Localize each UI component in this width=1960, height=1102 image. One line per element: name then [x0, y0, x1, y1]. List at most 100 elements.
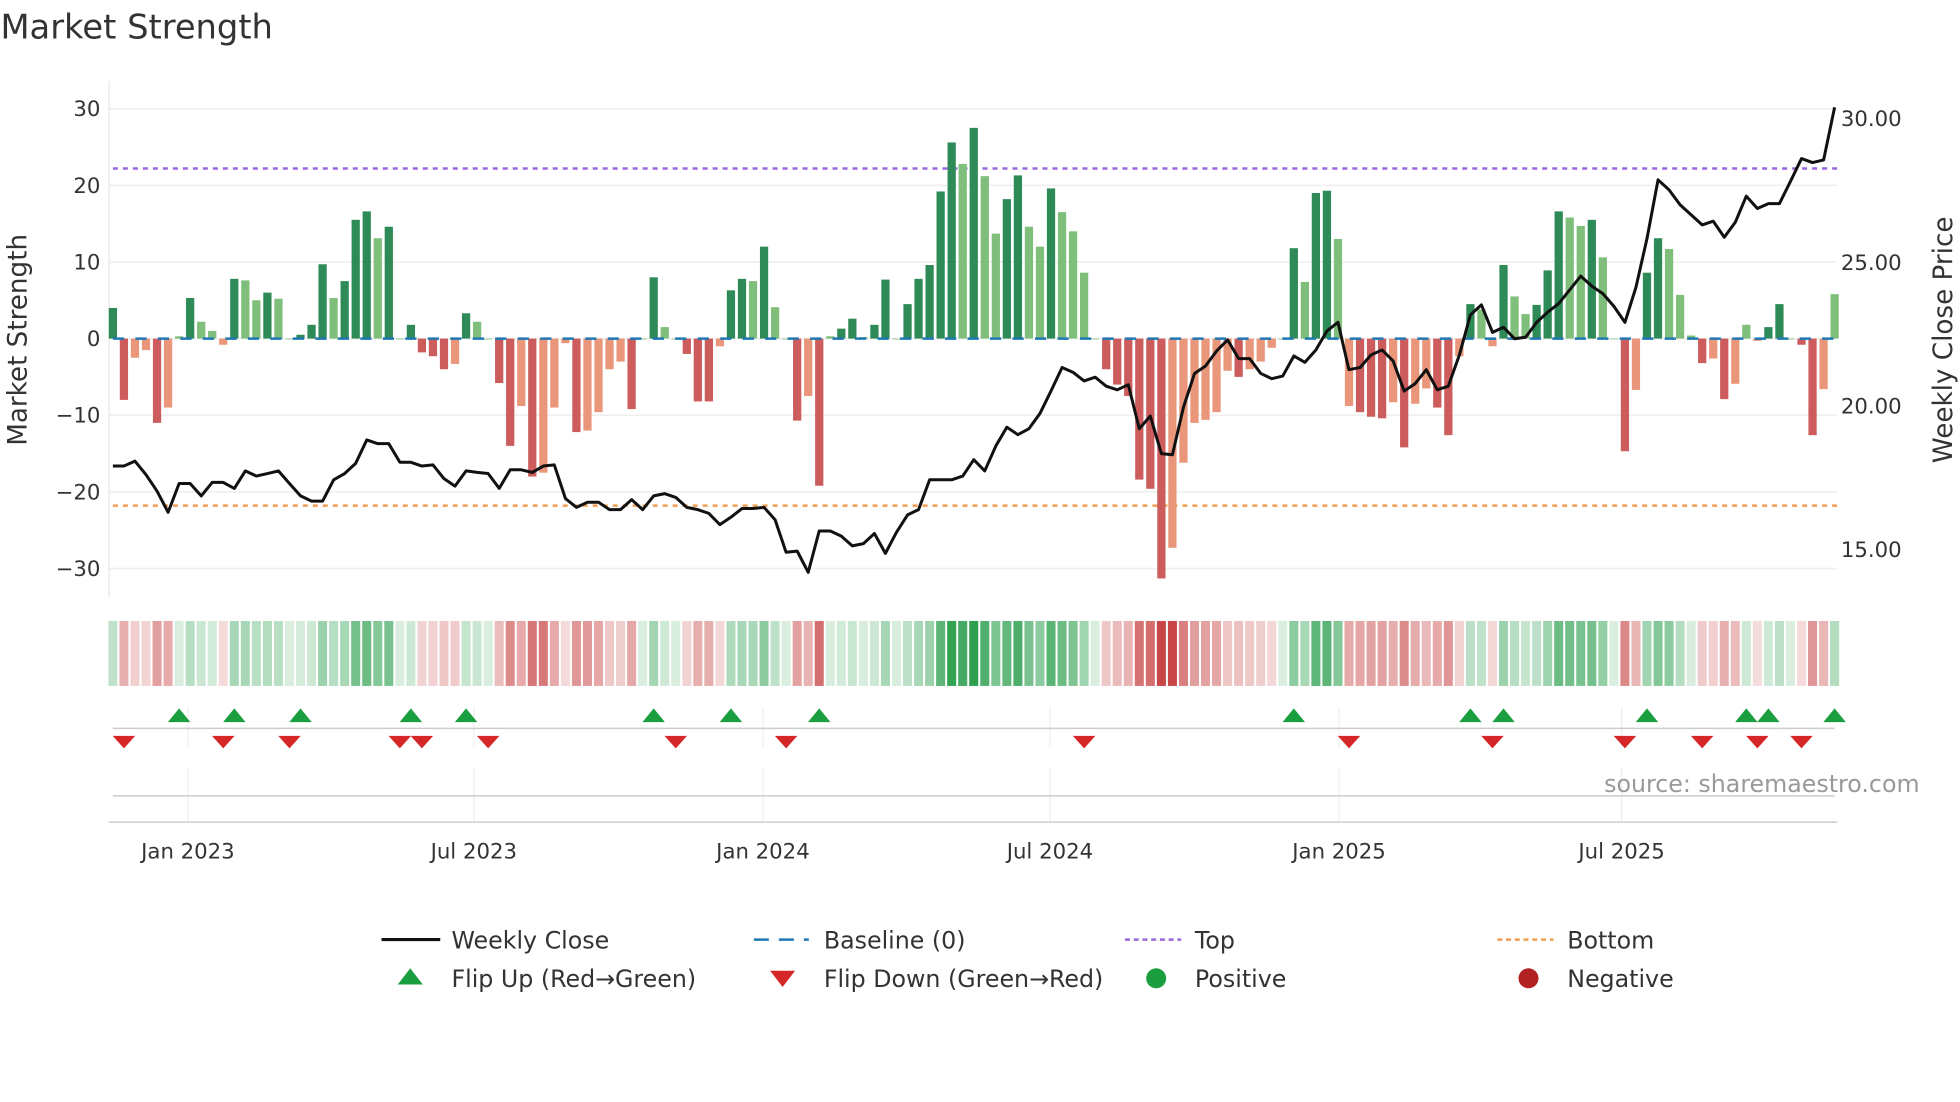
strip-cell — [1134, 620, 1144, 686]
legend-label: Flip Up (Red→Green) — [451, 965, 696, 993]
strip-cell — [991, 620, 1001, 686]
strength-bar — [925, 265, 934, 339]
strip-cell — [858, 620, 868, 686]
strength-bar — [1698, 338, 1707, 364]
strip-cell — [560, 620, 570, 686]
strip-cell — [836, 620, 846, 686]
triangle-down-icon — [770, 970, 796, 988]
legend-item: Negative — [1518, 965, 1674, 993]
strip-cell — [814, 620, 824, 686]
strip-cell — [273, 620, 283, 686]
strength-bar — [1311, 193, 1321, 339]
strength-bar — [737, 278, 747, 339]
strength-bar — [958, 163, 967, 339]
strip-cell — [936, 620, 946, 686]
strip-cell — [1355, 620, 1365, 686]
strength-bar — [1576, 225, 1585, 339]
legend-item: Flip Up (Red→Green) — [397, 965, 696, 993]
strength-bar — [1135, 338, 1144, 480]
flip-down-marker — [1690, 735, 1714, 749]
flip-down-marker — [1746, 735, 1769, 749]
strength-bar — [285, 338, 294, 340]
strength-bar — [517, 338, 526, 407]
strip-cell — [1642, 620, 1652, 686]
strip-cell — [1808, 620, 1818, 686]
flip-up-marker — [1757, 708, 1780, 723]
y-tick-label: 20 — [73, 174, 100, 199]
strength-bar — [428, 338, 438, 357]
strip-cell — [406, 620, 416, 686]
strip-cell — [461, 620, 471, 686]
flip-down-marker — [1072, 735, 1096, 749]
strip-cell — [152, 620, 162, 686]
strength-bar — [197, 321, 206, 339]
strength-bar — [141, 338, 151, 351]
y2-tick-label: 15.00 — [1841, 538, 1902, 563]
strip-cell — [1223, 620, 1233, 686]
strip-cell — [1686, 620, 1696, 686]
strip-cell — [1278, 620, 1288, 686]
strip-cell — [1178, 620, 1188, 686]
strength-bar — [804, 338, 813, 397]
strip-cell — [439, 620, 449, 686]
flip-markers — [109, 707, 1846, 823]
strip-cell — [571, 620, 581, 686]
strength-bar — [704, 338, 713, 402]
strip-cell — [262, 620, 272, 686]
strength-bar — [506, 338, 515, 446]
strip-cell — [1145, 620, 1155, 686]
strip-cell — [1730, 620, 1740, 686]
flip-up-marker — [1282, 708, 1306, 723]
strength-bar — [1057, 212, 1067, 339]
strength-bar — [1411, 338, 1420, 404]
chart-title: Market Strength — [0, 8, 272, 47]
legend-item: Baseline (0) — [753, 926, 966, 954]
triangle-up-icon — [397, 968, 423, 985]
strip-cell — [450, 620, 460, 686]
strip-cell — [649, 620, 659, 686]
strip-cell — [1267, 620, 1277, 686]
strip-cell — [1101, 620, 1111, 686]
strip-cell — [582, 620, 592, 686]
left-axis-label: Market Strength — [4, 234, 34, 446]
strength-bar — [1642, 272, 1652, 339]
x-tick-label: Jul 2025 — [1576, 839, 1664, 864]
x-tick-label: Jul 2023 — [429, 839, 517, 864]
strip-cell — [1322, 620, 1332, 686]
strip-cell — [295, 620, 306, 686]
strip-cell — [1830, 620, 1840, 686]
strip-cell — [1443, 620, 1453, 686]
strength-bar — [108, 307, 118, 339]
strip-cell — [1785, 620, 1795, 686]
strength-bar — [461, 313, 471, 339]
strip-cell — [141, 620, 151, 686]
left-axis-ticks: 30 20 10 0 −10 −20 −30 — [56, 97, 101, 582]
flip-down-marker — [664, 735, 688, 749]
strip-cell — [428, 620, 438, 686]
strength-bar — [1653, 238, 1663, 339]
strength-bar — [263, 292, 272, 339]
strength-bar — [1267, 338, 1276, 348]
strength-bar — [815, 338, 824, 486]
strip-cell — [1609, 620, 1619, 686]
strip-cell — [958, 620, 968, 686]
strip-cell — [329, 620, 339, 686]
strength-bar — [903, 304, 912, 339]
y2-tick-label: 20.00 — [1841, 395, 1902, 420]
strip-cell — [1090, 620, 1100, 686]
flip-down-marker — [278, 735, 301, 749]
strength-bar — [439, 338, 449, 370]
strip-cell — [1300, 620, 1310, 686]
right-axis-label: Weekly Close Price — [1929, 217, 1959, 464]
strength-bar — [163, 338, 173, 408]
strip-cell — [1311, 620, 1321, 686]
strength-bar — [1587, 219, 1596, 339]
strength-bar — [936, 191, 945, 339]
market-strength-chart: Market Strength 30 20 10 0 −10 −20 −30 30.00 25… — [0, 8, 1959, 993]
strip-cell — [1664, 620, 1674, 686]
strip-cell — [1487, 620, 1497, 686]
strip-cell — [351, 620, 361, 686]
strength-bar — [406, 324, 416, 339]
strength-bar — [1775, 304, 1784, 339]
strip-cell — [1245, 620, 1255, 686]
